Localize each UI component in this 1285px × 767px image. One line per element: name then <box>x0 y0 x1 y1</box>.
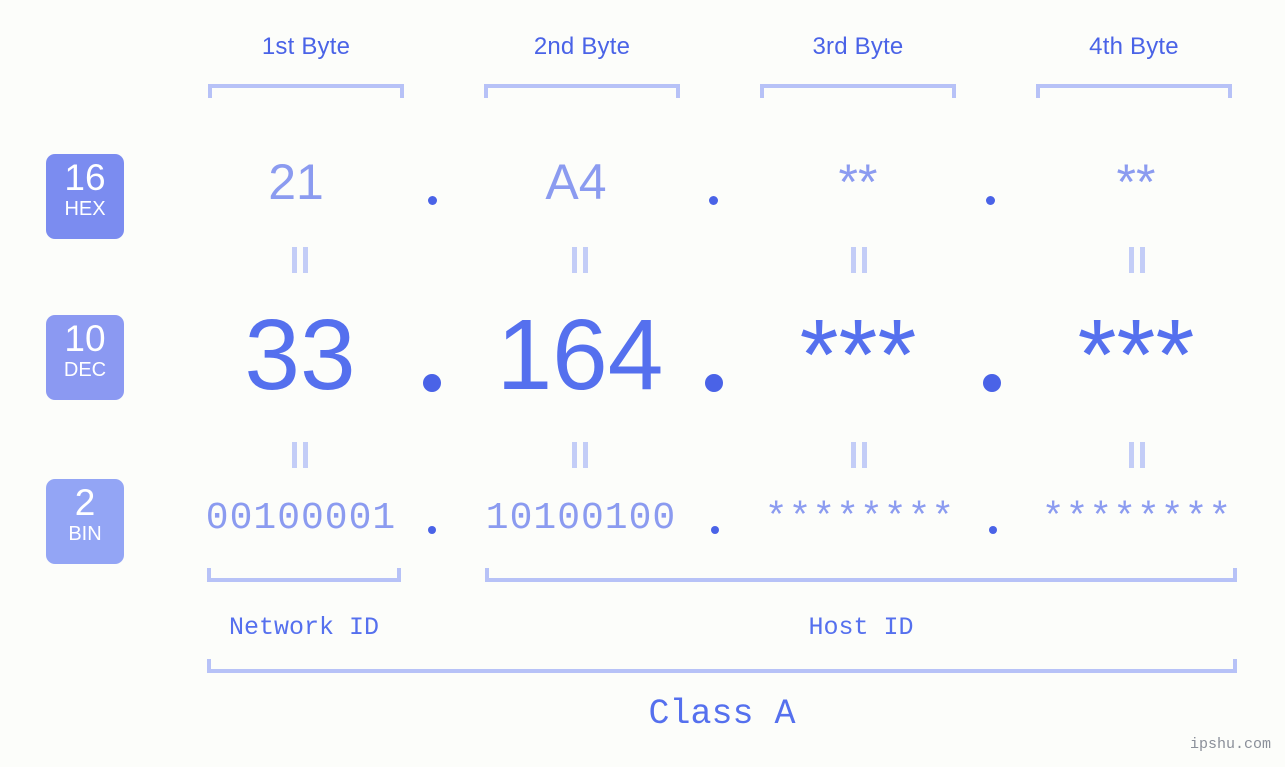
base-badge-hex: 16 HEX <box>46 154 124 239</box>
hex-dot-1 <box>428 196 437 205</box>
hex-byte-2: A4 <box>545 154 607 210</box>
dec-byte-4: *** <box>1077 299 1195 411</box>
base-badge-dec-number: 10 <box>64 318 106 359</box>
class-bracket <box>207 659 1237 673</box>
byte-header-4: 4th Byte <box>1089 33 1179 60</box>
dec-dot-2 <box>705 374 723 392</box>
host-id-bracket <box>485 568 1237 582</box>
dec-byte-2: 164 <box>496 299 664 411</box>
hex-dot-3 <box>986 196 995 205</box>
byte-header-2: 2nd Byte <box>533 33 631 60</box>
host-id-label: Host ID <box>808 613 914 642</box>
base-badge-bin-name: BIN <box>68 523 102 545</box>
ip-address-breakdown-diagram: 1st Byte 2nd Byte 3rd Byte 4th Byte 16 H… <box>0 0 1285 767</box>
hex-dot-2 <box>709 196 718 205</box>
base-badge-bin: 2 BIN <box>46 479 124 564</box>
network-id-bracket <box>207 568 401 582</box>
hex-byte-4: ** <box>1116 154 1156 210</box>
bin-dot-3 <box>989 526 997 534</box>
equals-sign-hex-dec-2 <box>571 247 589 273</box>
byte-bracket-3 <box>760 84 956 98</box>
base-badge-dec-name: DEC <box>63 359 107 381</box>
dec-dot-1 <box>423 374 441 392</box>
byte-header-1: 1st Byte <box>261 33 351 60</box>
dec-byte-3: *** <box>799 299 917 411</box>
base-badge-hex-number: 16 <box>64 157 106 198</box>
base-badge-bin-number: 2 <box>74 482 96 523</box>
equals-sign-dec-bin-1 <box>291 442 309 468</box>
bin-byte-4: ******** <box>1041 497 1233 540</box>
network-id-label: Network ID <box>228 613 380 642</box>
equals-sign-hex-dec-3 <box>850 247 868 273</box>
dec-byte-1: 33 <box>244 299 356 411</box>
bin-byte-1: 00100001 <box>205 497 397 540</box>
base-badge-hex-name: HEX <box>64 198 106 220</box>
bin-byte-3: ******** <box>764 497 956 540</box>
equals-sign-dec-bin-2 <box>571 442 589 468</box>
dec-dot-3 <box>983 374 1001 392</box>
bin-dot-2 <box>711 526 719 534</box>
equals-sign-dec-bin-3 <box>850 442 868 468</box>
hex-byte-1: 21 <box>268 154 324 210</box>
watermark: ipshu.com <box>1189 736 1271 753</box>
equals-sign-hex-dec-4 <box>1128 247 1146 273</box>
bin-dot-1 <box>428 526 436 534</box>
base-badge-dec: 10 DEC <box>46 315 124 400</box>
byte-bracket-2 <box>484 84 680 98</box>
hex-byte-3: ** <box>838 154 878 210</box>
class-label: Class A <box>648 694 796 734</box>
byte-bracket-1 <box>208 84 404 98</box>
bin-byte-2: 10100100 <box>485 497 677 540</box>
equals-sign-dec-bin-4 <box>1128 442 1146 468</box>
equals-sign-hex-dec-1 <box>291 247 309 273</box>
byte-bracket-4 <box>1036 84 1232 98</box>
byte-header-3: 3rd Byte <box>812 33 904 60</box>
